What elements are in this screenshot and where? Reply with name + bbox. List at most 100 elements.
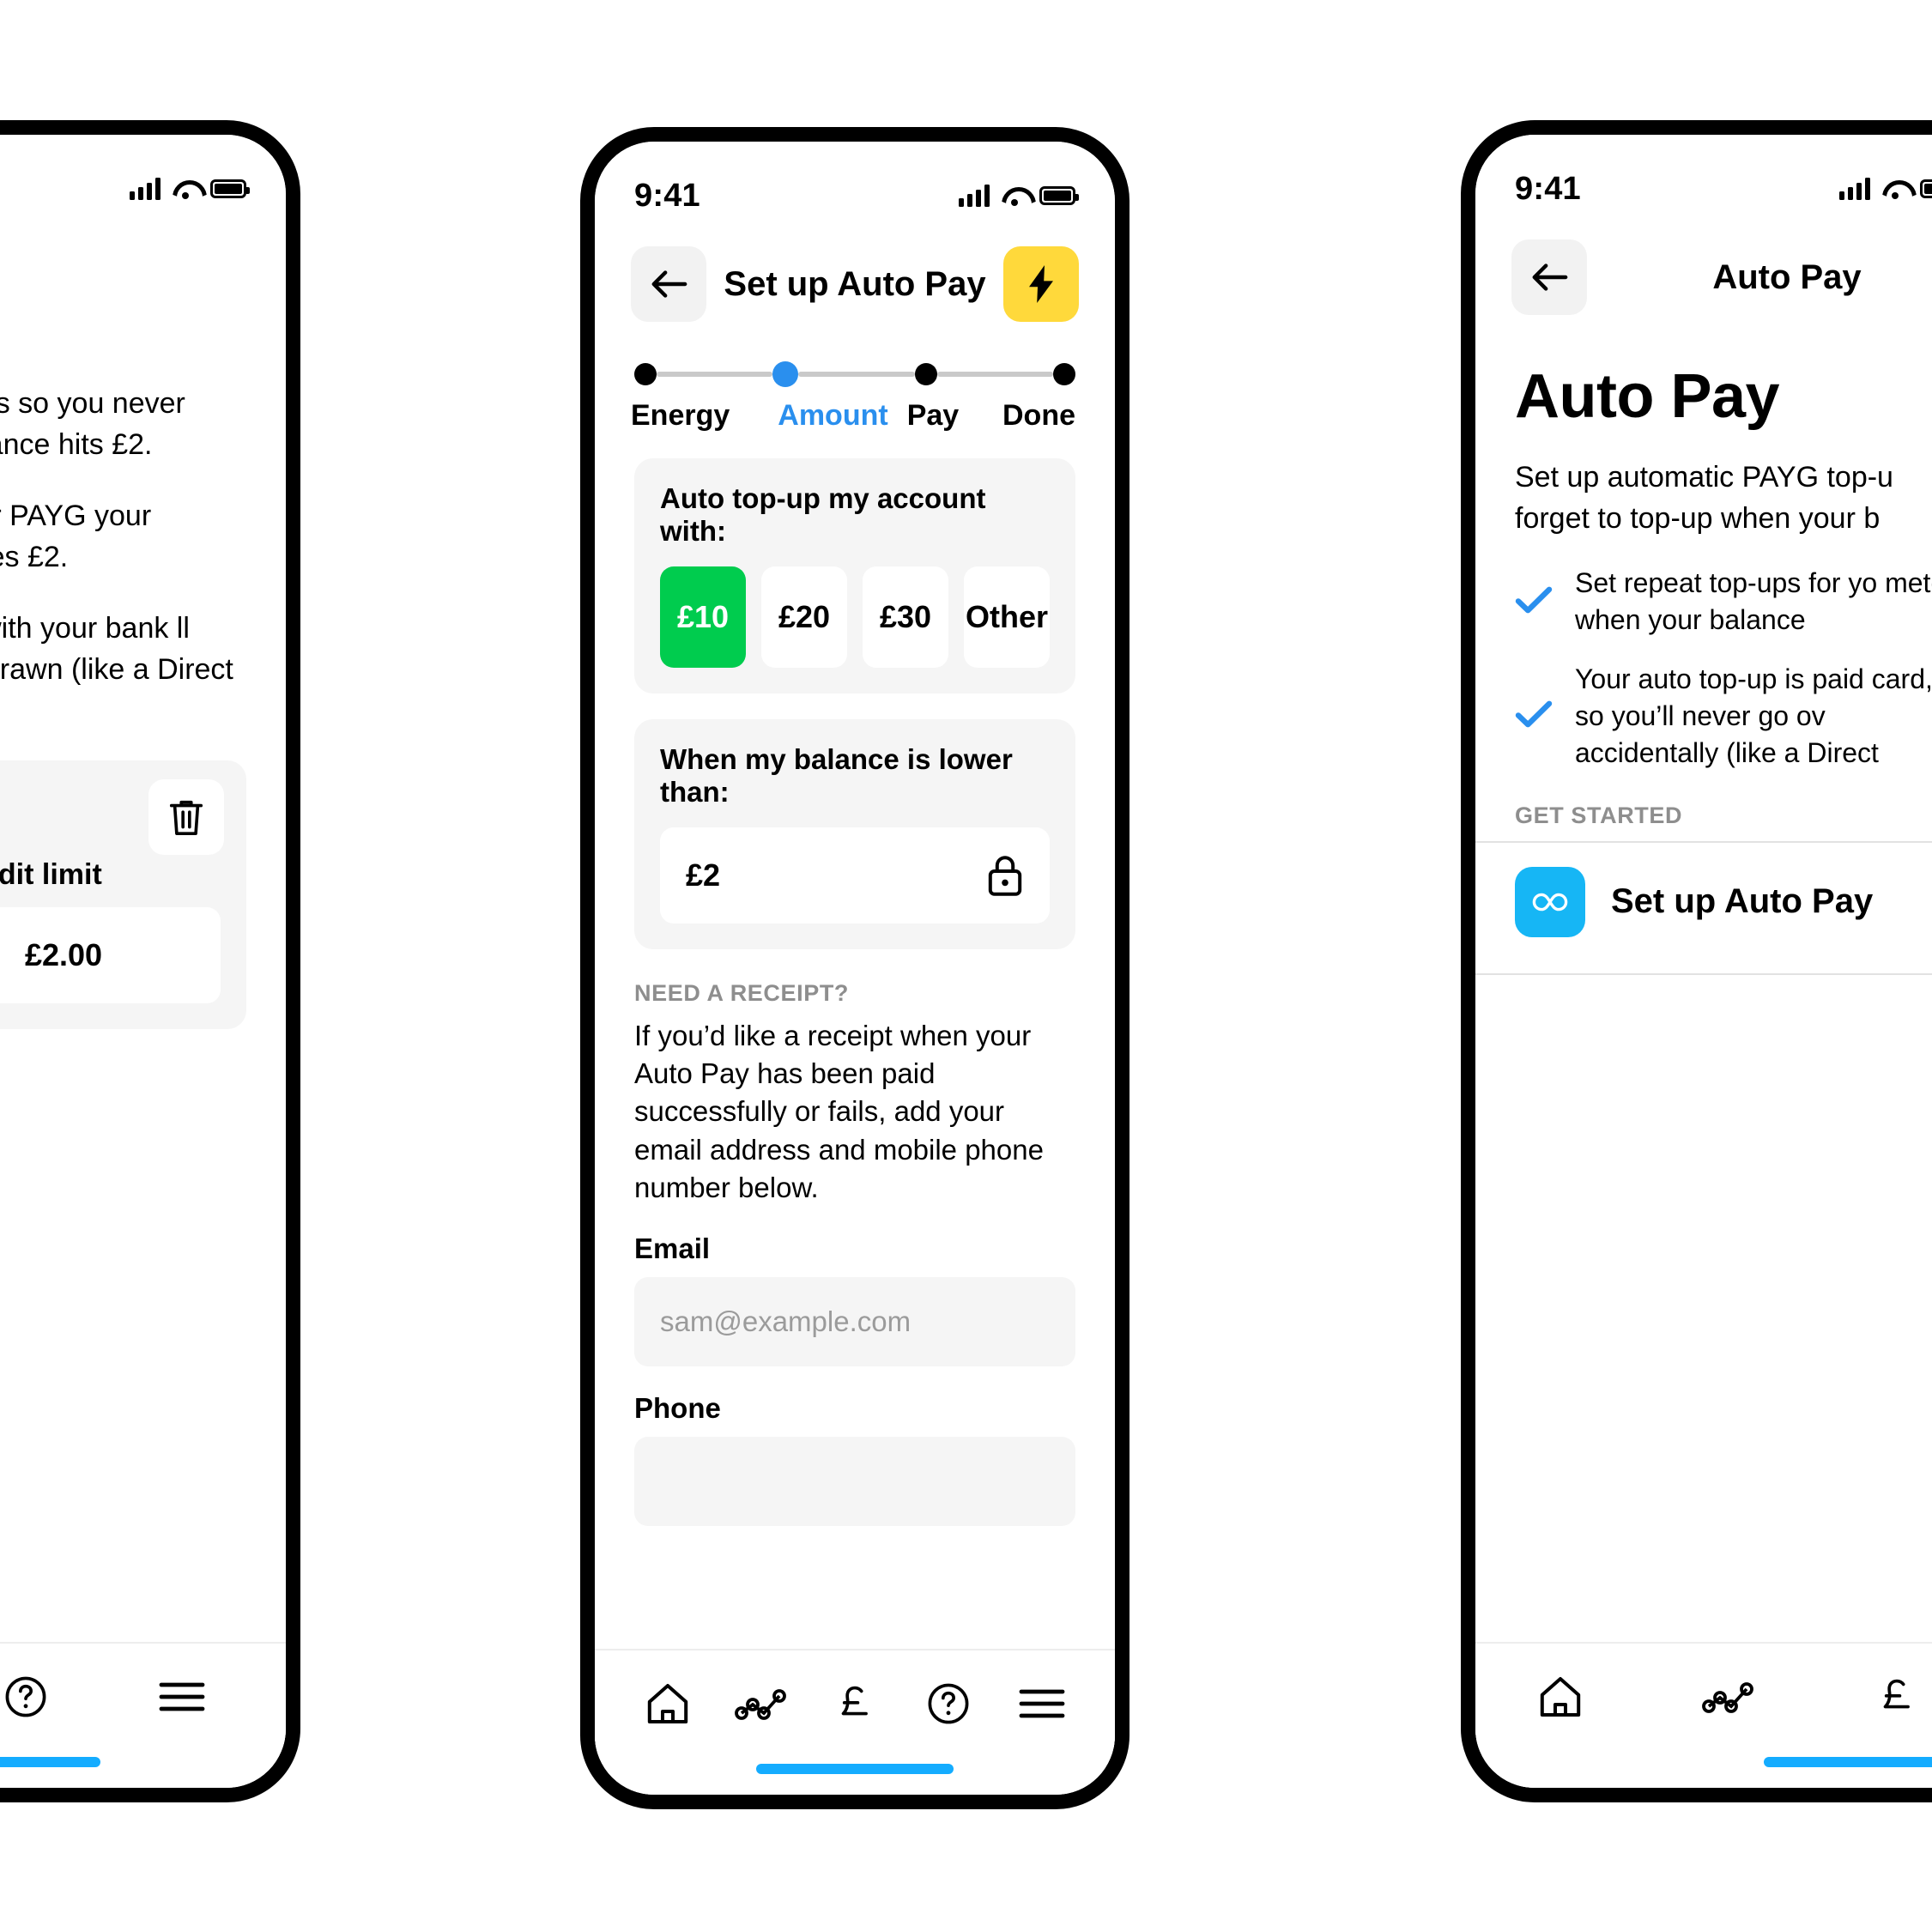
hamburger-icon <box>1019 1689 1065 1718</box>
tab-usage[interactable] <box>1692 1660 1765 1734</box>
question-circle-icon <box>928 1683 969 1724</box>
step-label-energy: Energy <box>631 399 730 432</box>
auto-pay-icon-tile <box>1515 866 1585 937</box>
right-benefits-list: Set repeat top-ups for yo meter when you… <box>1475 539 1932 771</box>
step-bar-1 <box>657 372 773 377</box>
step-label-pay: Pay <box>906 399 960 432</box>
wifi-icon <box>1882 179 1908 199</box>
step-bar-3 <box>936 372 1053 377</box>
balance-threshold-card: When my balance is lower than: £2 <box>634 719 1075 949</box>
stepper-labels: Energy Amount Pay Done <box>631 399 1075 433</box>
balance-threshold-value: £2 <box>686 857 721 893</box>
center-home-indicator <box>756 1764 954 1774</box>
infinity-icon <box>1532 893 1568 911</box>
center-nav-bar: Set up Auto Pay <box>595 219 1115 330</box>
divider-bottom <box>1475 972 1932 975</box>
lock-icon <box>988 856 1022 896</box>
phone-input[interactable] <box>634 1437 1075 1527</box>
balance-threshold-title: When my balance is lower than: <box>660 743 1013 808</box>
tab-help[interactable] <box>911 1667 985 1741</box>
right-status-time: 9:41 <box>1515 170 1581 207</box>
tab-usage[interactable] <box>724 1667 798 1741</box>
line-chart-icon <box>734 1689 786 1720</box>
battery-icon <box>210 179 250 198</box>
setup-stepper: Energy Amount Pay Done <box>595 330 1115 433</box>
step-bar-2 <box>798 372 915 377</box>
left-credit-limit-card: Credit limit £2.00 <box>0 760 246 1030</box>
check-icon <box>1515 700 1553 733</box>
trash-icon <box>169 801 203 836</box>
set-up-auto-pay-row[interactable]: Set up Auto Pay <box>1475 843 1932 961</box>
pound-icon <box>1883 1679 1910 1709</box>
step-dot-done[interactable] <box>1052 363 1075 385</box>
amount-option-30[interactable]: £30 <box>863 566 948 668</box>
amount-option-other[interactable]: Other <box>964 566 1050 668</box>
battery-icon <box>1920 179 1932 198</box>
phone-label: Phone <box>634 1392 721 1425</box>
phone-center: 9:41 Set up Auto Pay Energy Amount Pay D… <box>580 127 1130 1809</box>
right-screen: 9:41 Auto Pay Auto Pay Set up automatic … <box>1475 135 1932 1788</box>
left-page-title: Auto Pay <box>0 258 286 297</box>
left-paragraph-1: c PAYG top-ups so you never when your ba… <box>0 387 185 461</box>
stepper-track <box>634 361 1075 387</box>
credit-limit-value[interactable]: £2.00 <box>0 907 221 1004</box>
receipt-eyebrow: NEED A RECEIPT? <box>634 980 850 1006</box>
left-home-indicator <box>0 1757 100 1767</box>
left-paragraph-2: op-ups for your PAYG your balance reache… <box>0 500 152 573</box>
set-up-auto-pay-label: Set up Auto Pay <box>1611 882 1874 921</box>
amount-option-10[interactable]: £10 <box>660 566 746 668</box>
list-item-label: Set repeat top-ups for yo meter when you… <box>1575 567 1932 636</box>
tab-menu[interactable] <box>1005 1667 1079 1741</box>
left-paragraph-3: op-up is paid with your bank ll never go… <box>0 612 233 686</box>
step-dot-pay[interactable] <box>914 363 937 385</box>
list-item: Set repeat top-ups for yo meter when you… <box>1515 565 1932 639</box>
topup-amount-card: Auto top-up my account with: £10 £20 £30… <box>634 458 1075 693</box>
home-icon <box>1540 1677 1581 1717</box>
email-label: Email <box>634 1232 711 1265</box>
left-status-icons <box>130 178 250 200</box>
wifi-icon <box>173 179 198 199</box>
back-button[interactable] <box>1511 239 1587 315</box>
back-arrow-icon <box>1532 263 1568 291</box>
step-label-amount: Amount <box>778 399 888 432</box>
tab-payments[interactable] <box>818 1667 892 1741</box>
battery-icon <box>1039 186 1079 205</box>
quick-action-button[interactable] <box>1003 246 1079 322</box>
check-icon <box>1515 585 1553 619</box>
balance-threshold-field[interactable]: £2 <box>660 827 1050 924</box>
amount-option-20[interactable]: £20 <box>761 566 847 668</box>
email-input[interactable]: sam@example.com <box>634 1277 1075 1367</box>
right-status-icons <box>1839 178 1932 200</box>
screenshot-canvas: Auto Pay c PAYG top-ups so you never whe… <box>0 0 1932 1932</box>
credit-limit-label: Credit limit <box>0 858 102 892</box>
hamburger-icon <box>159 1682 205 1711</box>
right-subtitle: Set up automatic PAYG top-u forget to to… <box>1515 461 1893 535</box>
tab-help[interactable] <box>0 1660 63 1734</box>
line-chart-icon <box>1702 1682 1753 1713</box>
receipt-section: NEED A RECEIPT? If you’d like a receipt … <box>595 949 1115 1527</box>
center-status-time: 9:41 <box>634 177 700 214</box>
step-dot-amount[interactable] <box>772 361 799 387</box>
signal-icon <box>130 178 160 200</box>
topup-amount-options: £10 £20 £30 Other <box>660 566 1050 668</box>
tab-home[interactable] <box>1523 1660 1597 1734</box>
delete-button[interactable] <box>148 779 224 856</box>
back-button[interactable] <box>631 246 706 322</box>
signal-icon <box>1839 178 1870 200</box>
list-item: Your auto top-up is paid card, so you’ll… <box>1515 661 1932 772</box>
signal-icon <box>959 185 990 207</box>
tab-home[interactable] <box>631 1667 705 1741</box>
tab-payments[interactable] <box>1860 1660 1932 1734</box>
center-screen: 9:41 Set up Auto Pay Energy Amount Pay D… <box>595 142 1115 1795</box>
receipt-body: If you’d like a receipt when your Auto P… <box>634 1020 1044 1203</box>
right-status-bar: 9:41 <box>1475 135 1932 212</box>
pound-icon <box>841 1686 868 1716</box>
home-icon <box>647 1684 687 1723</box>
right-heading: Auto Pay <box>1515 362 1780 431</box>
center-status-icons <box>959 185 1079 207</box>
tab-menu[interactable] <box>145 1660 219 1734</box>
right-nav-bar: Auto Pay <box>1475 212 1932 324</box>
step-dot-energy[interactable] <box>634 363 657 385</box>
phone-right: 9:41 Auto Pay Auto Pay Set up automatic … <box>1461 120 1932 1802</box>
left-screen: Auto Pay c PAYG top-ups so you never whe… <box>0 135 286 1788</box>
